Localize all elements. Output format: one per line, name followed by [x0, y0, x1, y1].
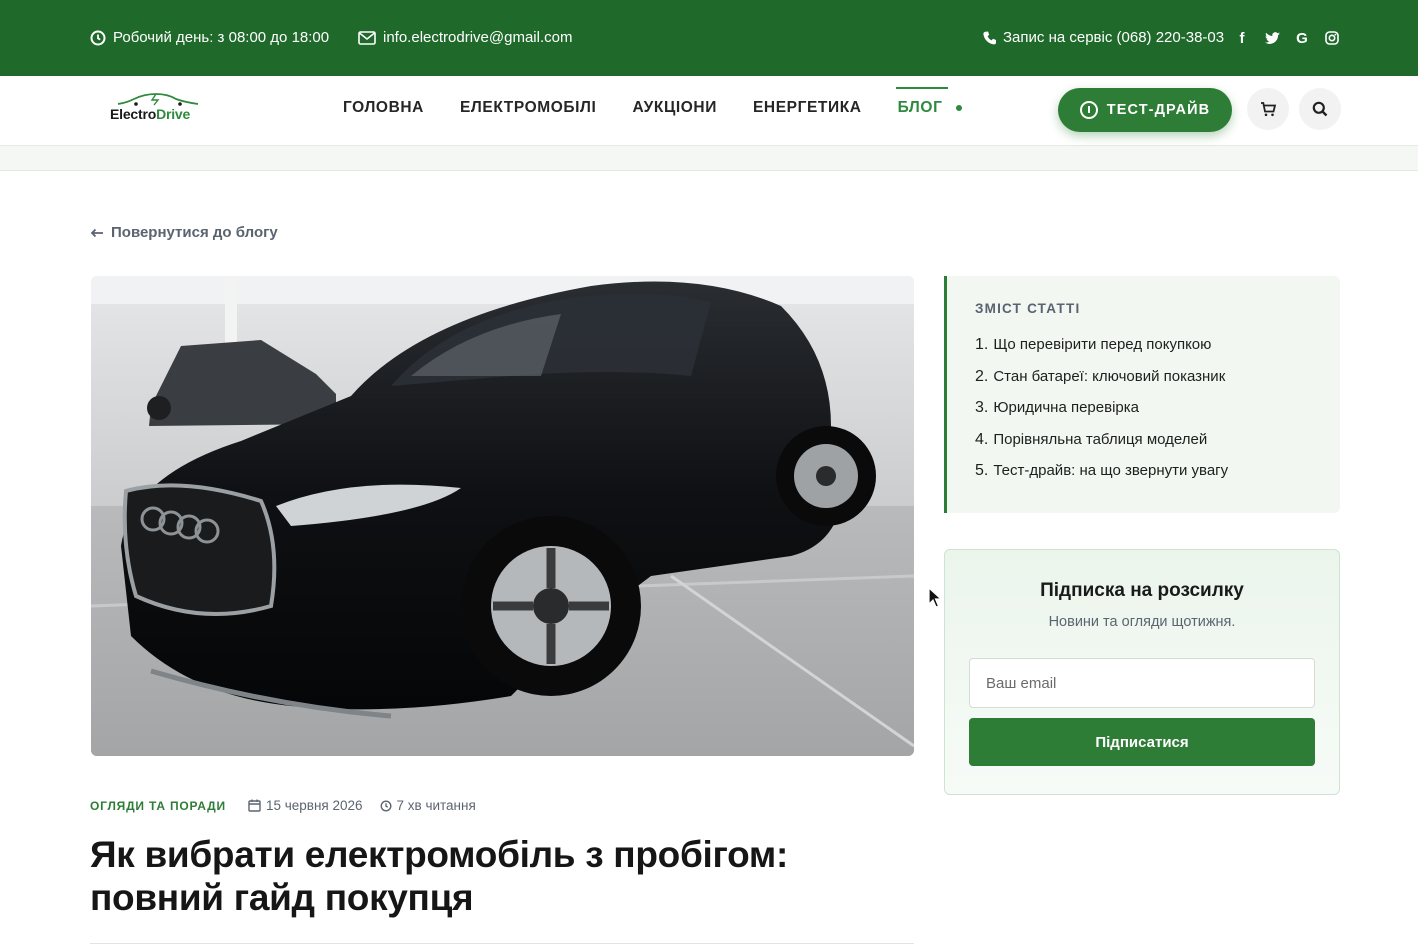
google-icon[interactable]: G	[1294, 29, 1310, 47]
toc-item-label: Стан батареї: ключовий показник	[993, 367, 1226, 385]
nav-item-blog[interactable]: БЛОГ	[895, 87, 963, 117]
info-circle-icon	[1079, 101, 1098, 119]
toc-item[interactable]: 3. Юридична перевірка	[975, 397, 1228, 429]
article-date: 15 червня 2026	[248, 798, 363, 813]
article-hero-image	[91, 276, 914, 756]
top-bar: Робочий день: з 08:00 до 18:00 info.elec…	[0, 0, 1418, 76]
mail-icon	[358, 30, 376, 45]
clock-small-icon	[380, 799, 392, 812]
instagram-icon[interactable]	[1324, 29, 1340, 47]
toc-item-label: Що перевірити перед покупкою	[993, 336, 1212, 353]
toc-list: 1. Що перевірити перед покупкою 2. Стан ба…	[975, 334, 1228, 492]
subscribe-button[interactable]: Підписатися	[969, 718, 1315, 766]
toc-item[interactable]: 2. Стан батареї: ключовий показник	[975, 366, 1228, 398]
toc-heading: ЗМІСТ СТАТТІ	[975, 301, 1081, 316]
toc-item-number: 1.	[975, 336, 989, 353]
email-link[interactable]: info.electrodrive@gmail.com	[358, 29, 572, 46]
title-divider	[90, 943, 914, 944]
newsletter-email-input[interactable]	[969, 658, 1315, 708]
newsletter-subtitle: Новини та огляди щотижня.	[1048, 614, 1236, 630]
toc-item-number: 3.	[975, 399, 989, 417]
toc-item[interactable]: 1. Що перевірити перед покупкою	[975, 334, 1228, 366]
back-to-blog-link[interactable]: Повернутися до блогу	[90, 224, 278, 241]
article-read-time-text: 7 хв читання	[396, 798, 476, 813]
toc-item-label: Порівняльна таблиця моделей	[993, 430, 1208, 448]
toc-item-label: Юридична перевірка	[993, 399, 1139, 417]
newsletter-widget: Підписка на розсилку Новини та огляди що…	[944, 549, 1340, 795]
twitter-icon[interactable]	[1264, 29, 1280, 47]
site-logo[interactable]: ElectroDrive	[108, 92, 208, 128]
cart-icon	[1261, 101, 1276, 116]
newsletter-title: Підписка на розсилку	[1040, 580, 1244, 601]
header-subbar	[0, 146, 1418, 171]
car-logo-icon	[117, 93, 199, 106]
search-icon	[1312, 101, 1328, 117]
toc-item[interactable]: 4. Порівняльна таблиця моделей	[975, 429, 1228, 461]
toc-item-number: 4.	[975, 430, 989, 448]
clock-icon	[90, 30, 106, 46]
toc-item-number: 2.	[975, 367, 989, 385]
article-category-link[interactable]: ОГЛЯДИ ТА ПОРАДИ	[90, 799, 226, 813]
test-drive-label: ТЕСТ-ДРАЙВ	[1106, 102, 1211, 118]
table-of-contents: ЗМІСТ СТАТТІ 1. Що перевірити перед покуп…	[944, 276, 1340, 513]
toc-item-label: Тест-драйв: на що звернути увагу	[993, 462, 1229, 480]
cart-button[interactable]	[1247, 88, 1289, 130]
calendar-icon	[248, 799, 261, 812]
test-drive-button[interactable]: ТЕСТ-ДРАЙВ	[1058, 88, 1232, 132]
service-phone-text: Запис на сервіс (068) 220-38-03	[1003, 29, 1225, 46]
toc-item-number: 5.	[975, 462, 989, 480]
email-text: info.electrodrive@gmail.com	[383, 29, 573, 46]
main-nav: ГОЛОВНА ЕЛЕКТРОМОБІЛІ АУКЦІОНИ ЕНЕРГЕТИК…	[343, 87, 978, 117]
arrow-left-icon	[90, 228, 103, 237]
nav-item-electric-cars[interactable]: ЕЛЕКТРОМОБІЛІ	[460, 99, 596, 117]
mouse-cursor-icon	[928, 587, 942, 608]
nav-item-blog-label: БЛОГ	[897, 99, 943, 116]
facebook-icon[interactable]: f	[1234, 29, 1250, 47]
logo-text: ElectroDrive	[110, 106, 190, 122]
search-button[interactable]	[1299, 88, 1341, 130]
article-date-text: 15 червня 2026	[265, 798, 363, 813]
article-read-time: 7 хв читання	[380, 798, 476, 813]
working-hours-text: Робочий день: з 08:00 до 18:00	[113, 29, 330, 46]
logo-text-electro: Electro	[110, 106, 157, 122]
social-links: f G	[1234, 29, 1340, 47]
back-to-blog-label: Повернутися до блогу	[111, 224, 278, 241]
nav-item-auctions[interactable]: АУКЦІОНИ	[632, 99, 717, 117]
working-hours: Робочий день: з 08:00 до 18:00	[90, 29, 329, 46]
service-phone[interactable]: Запис на сервіс (068) 220-38-03	[983, 29, 1224, 46]
car-photo	[91, 276, 914, 756]
active-dot-icon	[956, 105, 963, 111]
article-meta: ОГЛЯДИ ТА ПОРАДИ 15 червня 2026 7 хв чит…	[90, 798, 493, 813]
phone-icon	[983, 31, 996, 45]
nav-item-home[interactable]: ГОЛОВНА	[343, 99, 424, 117]
logo-text-drive: Drive	[156, 106, 191, 122]
nav-item-energy[interactable]: ЕНЕРГЕТИКА	[753, 99, 862, 117]
toc-item[interactable]: 5. Тест-драйв: на що звернути увагу	[975, 460, 1228, 492]
article-title: Як вибрати електромобіль з пробігом: пов…	[90, 834, 789, 918]
